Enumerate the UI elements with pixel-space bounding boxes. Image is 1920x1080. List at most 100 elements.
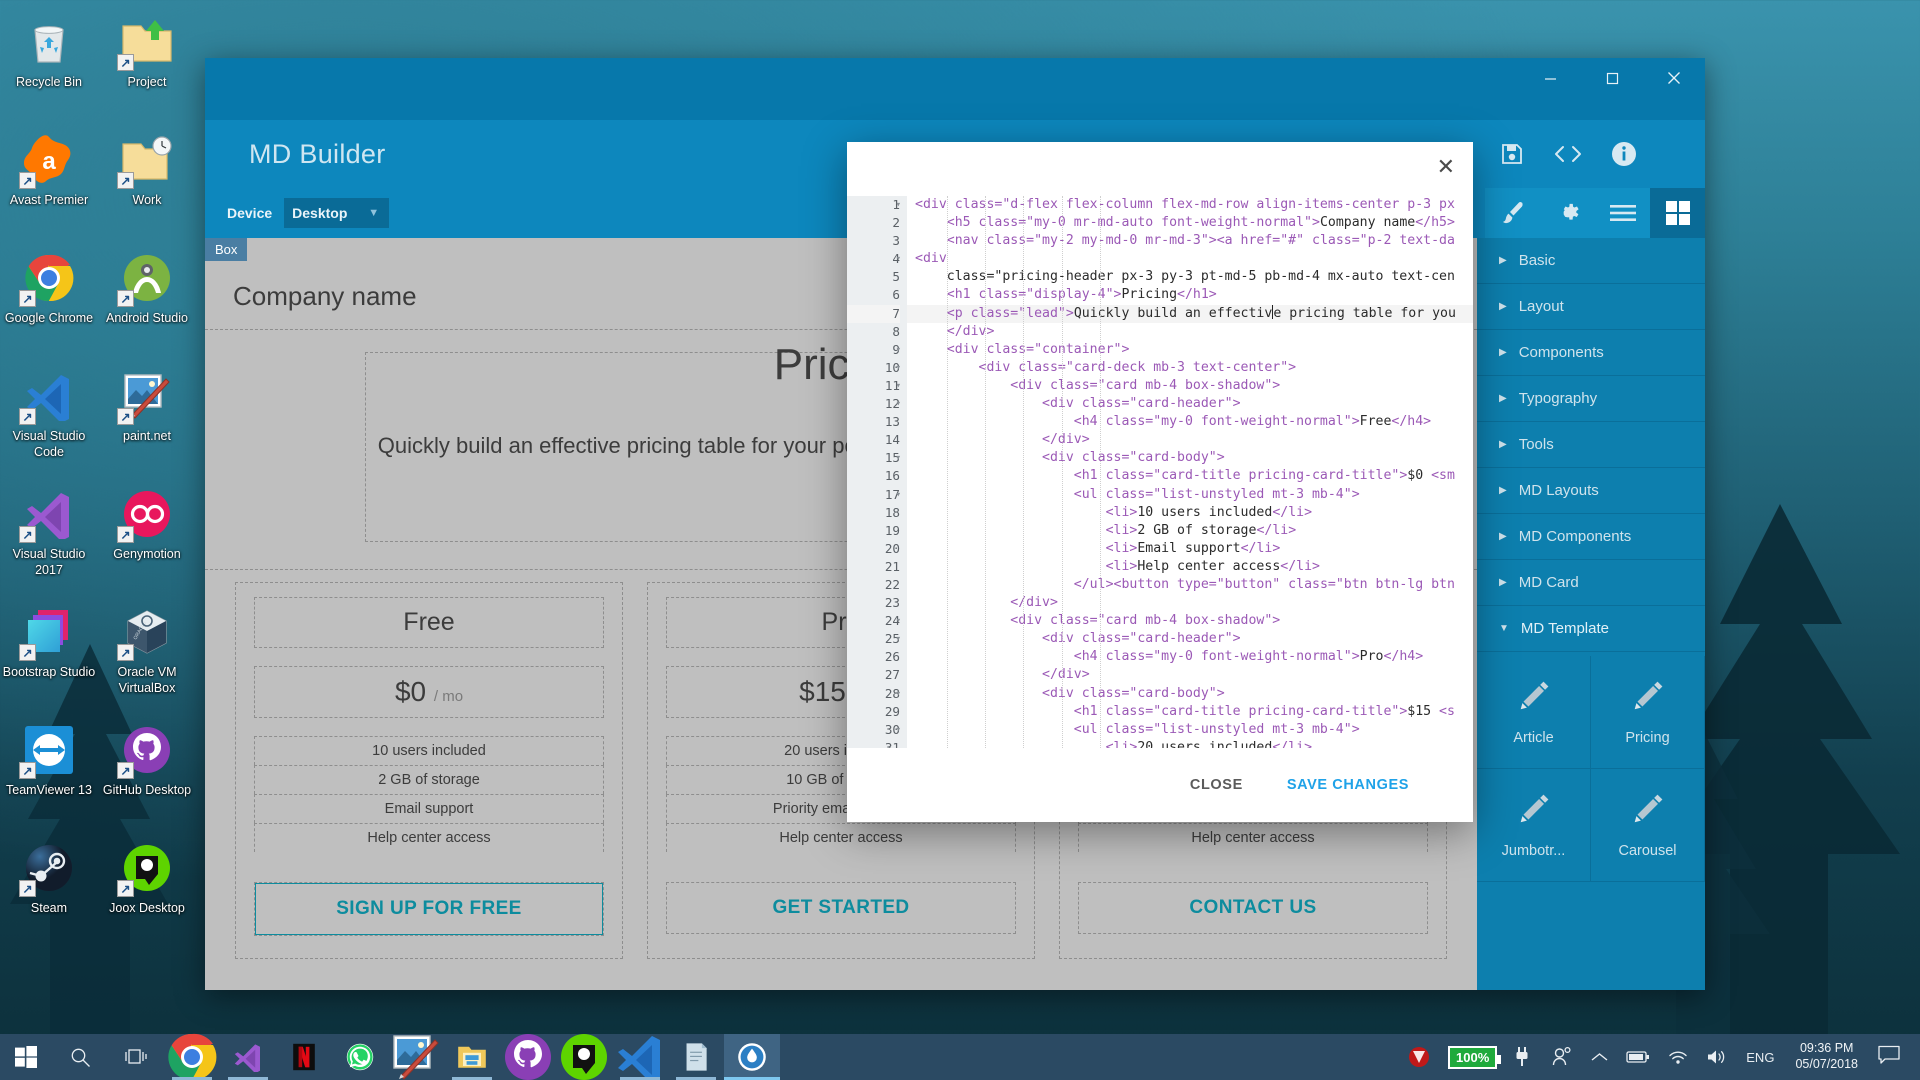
volume-icon[interactable] bbox=[1697, 1034, 1737, 1080]
code-line[interactable]: <li>Email support</li> bbox=[907, 540, 1473, 558]
code-line[interactable]: <div class="card mb-4 box-shadow"> bbox=[907, 377, 1473, 395]
code-icon[interactable] bbox=[1553, 139, 1583, 169]
desktop-icon-visual-studio-2017[interactable]: Visual Studio 2017 bbox=[0, 478, 98, 596]
sidebar-category-tools[interactable]: ▶ Tools bbox=[1477, 422, 1705, 468]
sidebar-category-md-components[interactable]: ▶ MD Components bbox=[1477, 514, 1705, 560]
battery-percent-indicator[interactable]: 100% bbox=[1439, 1034, 1506, 1080]
code-line[interactable]: <li>2 GB of storage</li> bbox=[907, 522, 1473, 540]
window-minimize-button[interactable] bbox=[1519, 58, 1581, 98]
code-line[interactable]: <div class="card-deck mb-3 text-center"> bbox=[907, 359, 1473, 377]
md-template-jumbotr[interactable]: Jumbotr... bbox=[1477, 769, 1591, 882]
battery-icon[interactable] bbox=[1617, 1034, 1659, 1080]
save-changes-button[interactable]: SAVE CHANGES bbox=[1287, 777, 1409, 793]
taskbar-github-desktop-icon[interactable] bbox=[500, 1034, 556, 1080]
taskbar-bootstrap-studio-icon[interactable] bbox=[724, 1034, 780, 1080]
preview-pricing-card[interactable]: Free $0 / mo 10 users included 2 GB of stor… bbox=[235, 582, 623, 959]
desktop-icon-project[interactable]: Project bbox=[98, 6, 196, 124]
window-close-button[interactable] bbox=[1643, 58, 1705, 98]
code-line[interactable]: </div> bbox=[907, 431, 1473, 449]
desktop-icon-bootstrap-studio[interactable]: Bootstrap Studio bbox=[0, 596, 98, 714]
fold-toggle-icon[interactable]: ▾ bbox=[896, 630, 901, 648]
fold-toggle-icon[interactable]: ▾ bbox=[896, 359, 901, 377]
info-icon[interactable] bbox=[1609, 139, 1639, 169]
code-line[interactable]: <div class="card-body"> bbox=[907, 449, 1473, 467]
window-maximize-button[interactable] bbox=[1581, 58, 1643, 98]
taskbar-vscode-icon[interactable] bbox=[612, 1034, 668, 1080]
fold-toggle-icon[interactable]: ▾ bbox=[896, 341, 901, 359]
code-line[interactable]: <h1 class="card-title pricing-card-title… bbox=[907, 467, 1473, 485]
code-line[interactable]: <li>Help center access</li> bbox=[907, 558, 1473, 576]
brush-icon[interactable] bbox=[1485, 188, 1540, 238]
code-line[interactable]: </div> bbox=[907, 666, 1473, 684]
power-plug-icon[interactable] bbox=[1506, 1034, 1538, 1080]
task-view-icon[interactable] bbox=[108, 1034, 164, 1080]
code-line[interactable]: <ul class="list-unstyled mt-3 mb-4"> bbox=[907, 721, 1473, 739]
md-template-pricing[interactable]: Pricing bbox=[1591, 656, 1705, 769]
code-line[interactable]: <h4 class="my-0 font-weight-normal">Pro<… bbox=[907, 648, 1473, 666]
code-line[interactable]: <div bbox=[907, 250, 1473, 268]
fold-toggle-icon[interactable]: ▾ bbox=[896, 721, 901, 739]
code-line[interactable]: <li>20 users included</li> bbox=[907, 739, 1473, 748]
taskbar-whatsapp-icon[interactable] bbox=[332, 1034, 388, 1080]
desktop-icon-android-studio[interactable]: Android Studio bbox=[98, 242, 196, 360]
desktop-icon-genymotion[interactable]: Genymotion bbox=[98, 478, 196, 596]
taskbar-chrome-icon[interactable] bbox=[164, 1033, 220, 1080]
show-hidden-icons-icon[interactable] bbox=[1582, 1034, 1617, 1080]
sidebar-category-typography[interactable]: ▶ Typography bbox=[1477, 376, 1705, 422]
sidebar-category-md-card[interactable]: ▶ MD Card bbox=[1477, 560, 1705, 606]
preview-card-cta-button[interactable]: GET STARTED bbox=[667, 883, 1015, 933]
md-template-carousel[interactable]: Carousel bbox=[1591, 769, 1705, 882]
code-line[interactable]: <div class="container"> bbox=[907, 341, 1473, 359]
desktop-icon-recycle-bin[interactable]: Recycle Bin bbox=[0, 6, 98, 124]
code-line[interactable]: </div> bbox=[907, 594, 1473, 612]
taskbar-paint-net-icon[interactable] bbox=[388, 1034, 444, 1080]
code-line[interactable]: <nav class="my-2 my-md-0 mr-md-3"><a hre… bbox=[907, 232, 1473, 250]
desktop-icon-steam[interactable]: Steam bbox=[0, 832, 98, 950]
sidebar-category-md-layouts[interactable]: ▶ MD Layouts bbox=[1477, 468, 1705, 514]
code-line[interactable]: <h1 class="display-4">Pricing</h1> bbox=[907, 286, 1473, 304]
taskbar-notepad-icon[interactable] bbox=[668, 1034, 724, 1080]
code-editor[interactable]: 1 ▾ 2 3 4 ▾ 5 6 7 8 9 ▾ 10 ▾ 11 ▾ 12 ▾ 13 14 15 ▾ 16 17 ▾ 18 19 20 2… bbox=[847, 196, 1473, 748]
taskbar-file-explorer-icon[interactable] bbox=[444, 1034, 500, 1080]
desktop-icon-work[interactable]: Work bbox=[98, 124, 196, 242]
code-line[interactable]: <ul class="list-unstyled mt-3 mb-4"> bbox=[907, 486, 1473, 504]
taskbar-joox-icon[interactable] bbox=[556, 1034, 612, 1080]
close-icon[interactable]: ✕ bbox=[1437, 156, 1455, 178]
desktop-icon-visual-studio-code[interactable]: Visual Studio Code bbox=[0, 360, 98, 478]
sidebar-category-md-template[interactable]: ▼ MD Template bbox=[1477, 606, 1705, 652]
desktop-icon-joox-desktop[interactable]: Joox Desktop bbox=[98, 832, 196, 950]
desktop-icon-google-chrome[interactable]: Google Chrome bbox=[0, 242, 98, 360]
windows-logo-icon[interactable] bbox=[0, 1034, 52, 1080]
sidebar-category-components[interactable]: ▶ Components bbox=[1477, 330, 1705, 376]
taskbar-netflix-icon[interactable] bbox=[276, 1034, 332, 1080]
desktop-icon-paint-net[interactable]: paint.net bbox=[98, 360, 196, 478]
desktop-icon-avast-premier[interactable]: a Avast Premier bbox=[0, 124, 98, 242]
box-tab-label[interactable]: Box bbox=[205, 238, 248, 261]
code-line[interactable]: <h1 class="card-title pricing-card-title… bbox=[907, 703, 1473, 721]
avast-tray-icon[interactable] bbox=[1399, 1034, 1439, 1080]
code-line[interactable]: <h5 class="my-0 mr-md-auto font-weight-n… bbox=[907, 214, 1473, 232]
code-line[interactable]: <h4 class="my-0 font-weight-normal">Free… bbox=[907, 413, 1473, 431]
preview-card-cta-button[interactable]: CONTACT US bbox=[1079, 883, 1427, 933]
sidebar-category-basic[interactable]: ▶ Basic bbox=[1477, 238, 1705, 284]
settings-gear-icon[interactable] bbox=[1540, 188, 1595, 238]
code-line[interactable]: <div class="card-header"> bbox=[907, 630, 1473, 648]
wifi-icon[interactable] bbox=[1659, 1034, 1697, 1080]
fold-toggle-icon[interactable]: ▾ bbox=[896, 196, 901, 214]
md-template-article[interactable]: Article bbox=[1477, 656, 1591, 769]
action-center-icon[interactable] bbox=[1870, 1045, 1914, 1070]
code-line[interactable]: </div> bbox=[907, 323, 1473, 341]
taskbar-vscode-insiders-icon[interactable] bbox=[220, 1034, 276, 1080]
desktop-icon-github-desktop[interactable]: GitHub Desktop bbox=[98, 714, 196, 832]
code-content[interactable]: <div class="d-flex flex-column flex-md-r… bbox=[907, 196, 1473, 748]
preview-card-cta-button[interactable]: SIGN UP FOR FREE bbox=[255, 883, 603, 935]
fold-toggle-icon[interactable]: ▾ bbox=[896, 250, 901, 268]
fold-toggle-icon[interactable]: ▾ bbox=[896, 612, 901, 630]
fold-toggle-icon[interactable]: ▾ bbox=[896, 685, 901, 703]
code-line[interactable]: <div class="card-body"> bbox=[907, 685, 1473, 703]
save-icon[interactable] bbox=[1497, 139, 1527, 169]
code-line[interactable]: <div class="card-header"> bbox=[907, 395, 1473, 413]
desktop-icon-teamviewer-13[interactable]: TeamViewer 13 bbox=[0, 714, 98, 832]
search-icon[interactable] bbox=[52, 1034, 108, 1080]
code-line[interactable]: <div class="card mb-4 box-shadow"> bbox=[907, 612, 1473, 630]
